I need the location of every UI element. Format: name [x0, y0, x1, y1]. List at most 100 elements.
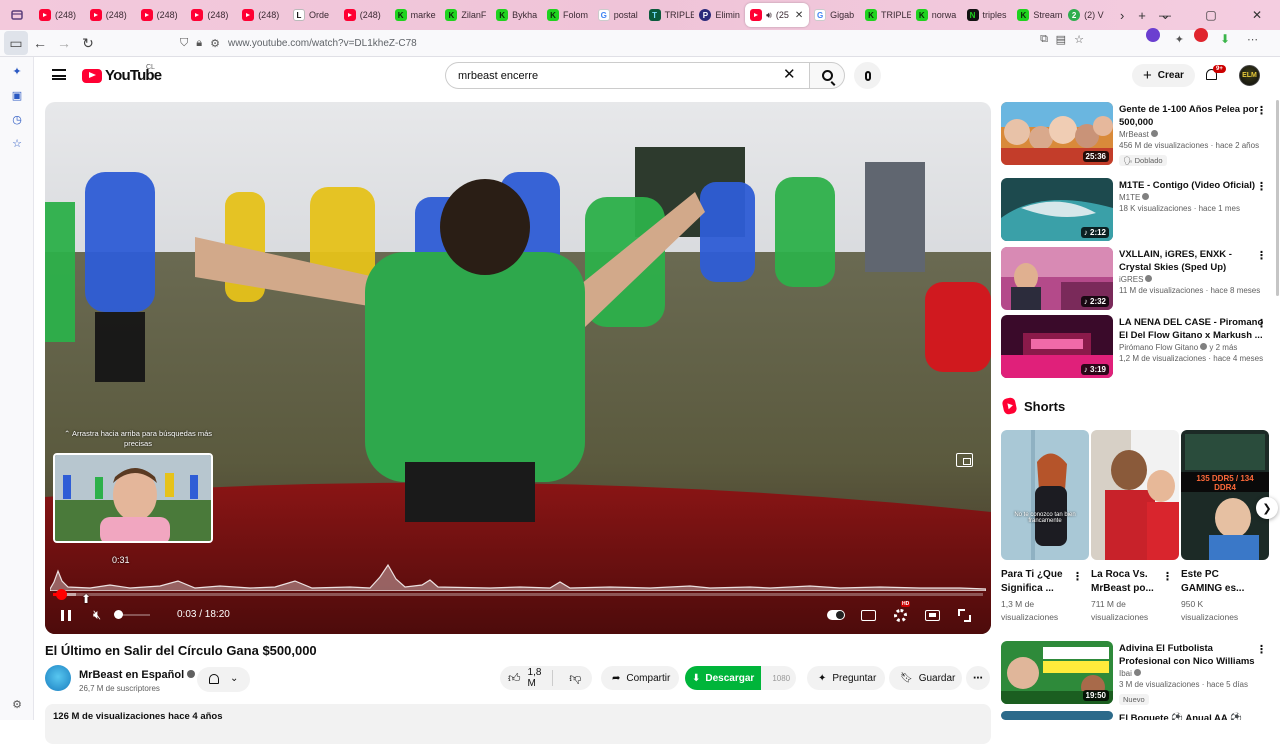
seek-bar[interactable] [53, 589, 983, 600]
subscribed-notifications-button[interactable]: ⌄ [197, 667, 250, 692]
recommendation-card[interactable]: 19:50 Adivina El Futbolista Profesional … [1001, 641, 1271, 705]
extensions-puzzle-icon[interactable]: ✦ [1175, 33, 1184, 46]
tab-overview-button[interactable] [0, 0, 34, 30]
sidebar-toggle-icon[interactable]: ▭ [4, 31, 28, 55]
browser-tab[interactable]: 🔊︎ (25 ✕ [745, 3, 810, 27]
channel-name[interactable]: MrBeast [1119, 130, 1149, 139]
search-button[interactable] [809, 62, 845, 89]
recommendation-card[interactable]: 25:36 Gente de 1-100 Años Pelea por 500,… [1001, 102, 1271, 166]
recommendation-card[interactable]: ♪ 2:32 VXLLAIN, iGRES, ENXK - Crystal Sk… [1001, 247, 1271, 311]
channel-name[interactable]: Ibai [1119, 669, 1132, 678]
youtube-logo[interactable]: YouTube CL [82, 64, 162, 84]
search-input[interactable]: mrbeast encerre [445, 62, 809, 89]
miniplayer-button[interactable] [923, 606, 941, 624]
browser-tab[interactable]: T TRIPLE [644, 3, 694, 27]
browser-tab[interactable]: (248) [339, 3, 390, 27]
video-title[interactable]: LA NENA DEL CASE - Piromano El Del Flow … [1119, 316, 1265, 342]
short-thumbnail[interactable]: 135 DDR5 / 134 DDR4 [1181, 430, 1269, 560]
more-vertical-icon[interactable]: ⋮ [1256, 104, 1267, 117]
close-window-icon[interactable]: ✕ [1234, 8, 1280, 22]
pause-icon[interactable] [61, 610, 71, 621]
more-vertical-icon[interactable]: ⋮ [1256, 180, 1267, 193]
clear-search-icon[interactable]: ✕ [783, 66, 796, 84]
recommendation-card[interactable]: El Boquete ⚽ Anual AA ⚽ [1001, 711, 1271, 720]
browser-tab[interactable]: G Gigab [809, 3, 860, 27]
more-vertical-icon[interactable]: ⋮ [1256, 317, 1267, 330]
short-title[interactable]: Este PC GAMING es... [1181, 568, 1257, 596]
channel-name-link[interactable]: MrBeast en Español [79, 669, 196, 681]
voice-search-button[interactable] [854, 62, 881, 89]
download-quality-select[interactable]: 1080 ▾ [767, 674, 796, 683]
video-player[interactable]: ⌃ Arrastra hacia arriba para búsquedas m… [45, 102, 991, 634]
menu-icon[interactable]: ⋯ [1247, 33, 1258, 46]
autoplay-toggle[interactable] [827, 606, 845, 624]
browser-tab[interactable]: P Elimin [694, 3, 745, 27]
video-thumbnail[interactable]: ♪ 2:32 [1001, 247, 1113, 310]
channel-name[interactable]: Pirómano Flow Gitano [1119, 343, 1198, 352]
short-title[interactable]: La Roca Vs. MrBeast po... [1091, 568, 1167, 596]
ask-button[interactable]: ✦ Preguntar [807, 666, 885, 690]
browser-tab[interactable]: K Stream [1012, 3, 1063, 27]
seek-handle[interactable] [56, 589, 67, 600]
url-bar[interactable]: ⛉ 🔒︎ ⚙ www.youtube.com/watch?v=DL1kheZ-C… [180, 33, 1080, 54]
tab-scroll-right-icon[interactable]: › [1120, 8, 1124, 23]
volume-handle[interactable] [114, 610, 123, 619]
shorts-next-button[interactable]: ❯ [1256, 497, 1278, 519]
ai-sparkle-icon[interactable]: ✦ [11, 66, 23, 78]
browser-tab[interactable]: K ZilanF [440, 3, 491, 27]
short-thumbnail[interactable] [1091, 430, 1179, 560]
download-button[interactable]: ⬇ Descargar [685, 666, 762, 690]
description-box[interactable]: 126 M de visualizaciones hace 4 años [45, 704, 991, 744]
page-scrollbar[interactable] [1276, 100, 1279, 296]
channel-name[interactable]: iGRES [1119, 275, 1143, 284]
menu-hamburger-icon[interactable] [52, 69, 66, 80]
video-title[interactable]: VXLLAIN, iGRES, ENXK - Crystal Skies (Sp… [1119, 248, 1265, 274]
share-button[interactable]: ➦ Compartir [601, 666, 679, 690]
video-thumbnail[interactable]: 25:36 [1001, 102, 1113, 165]
browser-tab[interactable]: (248) [186, 3, 237, 27]
forward-icon[interactable]: → [52, 31, 76, 55]
close-tab-icon[interactable]: ✕ [795, 10, 803, 21]
extension-purple-icon[interactable] [1146, 28, 1160, 42]
browser-tab[interactable]: Knorwa [911, 3, 962, 27]
back-icon[interactable]: ← [28, 31, 52, 55]
short-thumbnail[interactable]: No te conozco tan bien francamente [1001, 430, 1089, 560]
browser-tab[interactable]: (248) [136, 3, 187, 27]
synced-tabs-icon[interactable]: ▣ [11, 90, 23, 102]
exit-preview-icon[interactable] [956, 453, 973, 467]
bookmarks-star-icon[interactable]: ☆ [11, 138, 23, 150]
browser-tab[interactable]: Kmarke [390, 3, 441, 27]
video-thumbnail[interactable]: ♪ 3:19 [1001, 315, 1113, 378]
channel-name[interactable]: M1TE [1119, 193, 1140, 202]
short-card[interactable]: La Roca Vs. MrBeast po... 711 M de visual… [1091, 430, 1179, 624]
short-card[interactable]: 135 DDR5 / 134 DDR4 Este PC GAMING es...… [1181, 430, 1269, 624]
more-actions-button[interactable]: ⋯ [966, 666, 990, 690]
browser-tab[interactable]: (248) [237, 3, 288, 27]
more-vertical-icon[interactable]: ⋮ [1072, 570, 1083, 583]
browser-tab[interactable]: (248) [34, 3, 85, 27]
more-vertical-icon[interactable]: ⋮ [1256, 643, 1267, 656]
browser-tab[interactable]: 2 (2) V [1063, 3, 1114, 27]
short-card[interactable]: No te conozco tan bien francamente Para … [1001, 430, 1089, 624]
more-vertical-icon[interactable]: ⋮ [1162, 570, 1173, 583]
channel-avatar[interactable] [45, 665, 71, 691]
subtitles-button[interactable] [859, 606, 877, 624]
browser-tab[interactable]: Gpostal [593, 3, 644, 27]
dislike-button[interactable]: 👎︎ [559, 671, 592, 686]
history-icon[interactable]: ◷ [11, 114, 23, 126]
browser-tab[interactable]: Ntriples [962, 3, 1013, 27]
video-title[interactable]: M1TE - Contigo (Video Oficial) [1119, 179, 1265, 192]
video-title[interactable]: Gente de 1-100 Años Pelea por 500,000 [1119, 103, 1265, 129]
picture-in-picture-icon[interactable]: ⧉ [1040, 33, 1048, 46]
browser-tab[interactable]: K TRIPLE [860, 3, 911, 27]
video-title[interactable]: El Boquete ⚽ Anual AA ⚽ [1119, 712, 1265, 720]
reader-view-icon[interactable]: ▤ [1056, 33, 1066, 46]
video-thumbnail[interactable] [1001, 711, 1113, 720]
account-avatar[interactable]: ELM [1239, 65, 1260, 86]
video-thumbnail[interactable]: 19:50 [1001, 641, 1113, 704]
recommendation-card[interactable]: ♪ 2:12 M1TE - Contigo (Video Oficial) M1… [1001, 178, 1271, 242]
video-thumbnail[interactable]: ♪ 2:12 [1001, 178, 1113, 241]
browser-tab[interactable]: K Bykha [491, 3, 542, 27]
muted-volume-icon[interactable]: 🔇︎ [93, 608, 101, 622]
notifications-button[interactable]: 9+ [1204, 65, 1226, 84]
